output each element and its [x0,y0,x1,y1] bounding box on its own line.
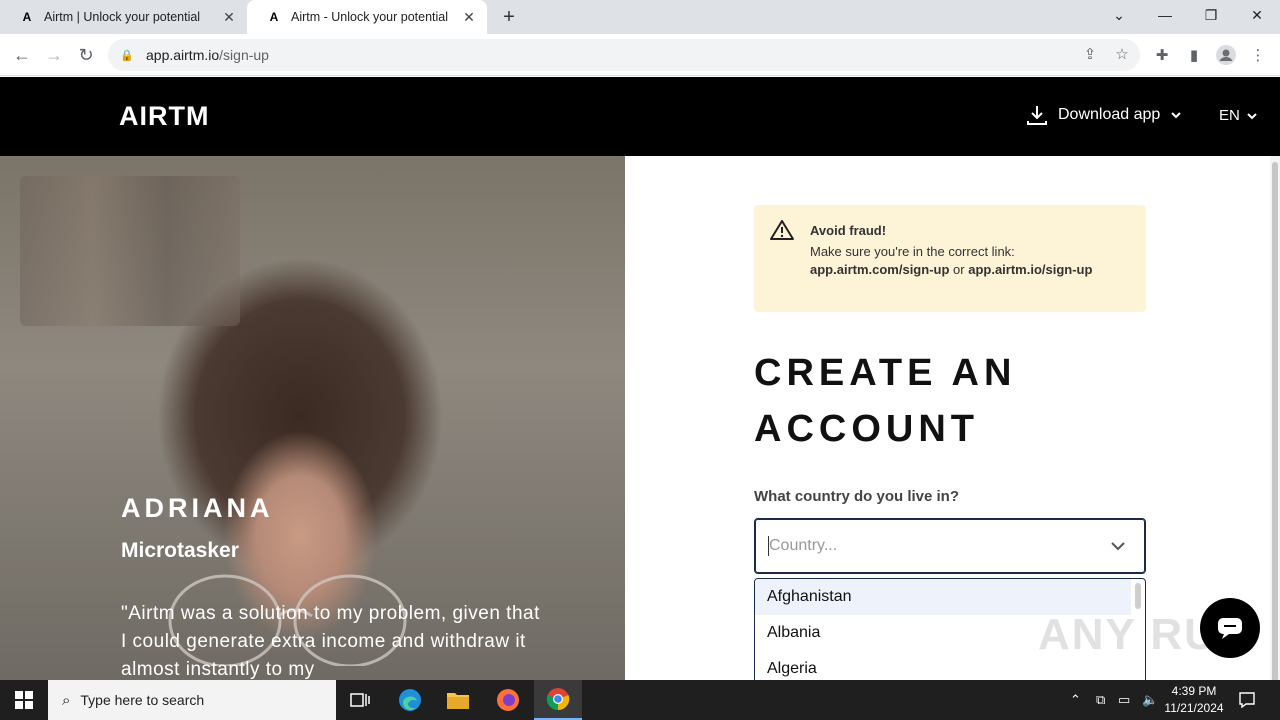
new-tab-button[interactable]: + [498,6,520,28]
restore-button[interactable]: ❐ [1188,0,1234,30]
official-link-com: app.airtm.com/sign-up [810,262,950,277]
back-icon[interactable]: ← [9,42,35,68]
fraud-warning-or: or [953,262,965,277]
page-title-line2: ACCOUNT [754,408,979,450]
airtm-favicon-icon: A [22,10,32,24]
page-scrollbar-thumb[interactable] [1272,162,1278,682]
url-host: app.airtm.io [146,47,220,63]
tab-title: Airtm | Unlock your potential [44,10,201,24]
text-cursor [768,536,769,556]
windows-logo-icon [15,691,33,709]
chrome-icon[interactable] [534,680,582,720]
official-link-io: app.airtm.io/sign-up [968,262,1093,277]
background-books [20,176,240,326]
page-title: CREATE AN ACCOUNT [754,345,1016,457]
search-icon: ⌕ [62,691,71,709]
tab-title: Airtm - Unlock your potential [291,10,449,24]
taskbar-clock[interactable]: 4:39 PM 11/21/2024 [1160,683,1228,717]
ethernet-icon[interactable]: ▭ [1118,680,1130,720]
airtm-favicon-icon: A [269,10,279,24]
show-hidden-icons[interactable]: ⌃ [1070,680,1081,720]
taskbar-search-placeholder: Type here to search [80,692,205,708]
country-question-label: What country do you live in? [754,488,960,505]
warning-icon [770,220,794,240]
url-path: /sign-up [219,47,269,63]
extensions-icon[interactable]: ✚ [1150,43,1174,67]
task-view-icon[interactable] [336,680,384,720]
country-placeholder: Country... [769,537,838,554]
forward-icon[interactable]: → [41,42,67,68]
download-icon [1027,106,1047,125]
language-label: EN [1219,107,1240,124]
browser-tab[interactable]: A Airtm | Unlock your potential ✕ [0,0,247,34]
clock-date: 11/21/2024 [1164,701,1224,715]
volume-icon[interactable]: 🔈 [1142,680,1158,720]
download-app-button[interactable]: Download app [1026,104,1182,126]
share-icon[interactable]: ⇪ [1079,43,1101,65]
testimonial-name: ADRIANA [121,493,274,523]
address-bar[interactable]: 🔒 app.airtm.io/sign-up [108,39,1140,71]
taskbar-search[interactable]: ⌕ Type here to search [48,680,336,720]
firefox-icon[interactable] [484,680,532,720]
file-explorer-icon[interactable] [434,680,482,720]
testimonial-role: Microtasker [121,539,239,562]
page-scrollbar[interactable] [1270,156,1280,682]
profile-avatar-icon[interactable] [1214,43,1238,67]
bookmark-star-icon[interactable]: ☆ [1111,43,1133,65]
lock-icon: 🔒 [120,49,134,62]
close-window-button[interactable]: ✕ [1234,0,1280,30]
site-header: AIRTM Download app EN [0,77,1280,156]
reload-icon[interactable]: ↻ [73,42,99,68]
windows-taskbar: ⌕ Type here to search ⌃ ⧉ ▭ 🔈 4:39 PM 11… [0,680,1280,720]
country-select[interactable]: Country... [754,518,1146,574]
language-selector[interactable]: EN [1219,107,1258,124]
testimonial-hero-image: ADRIANA Microtasker "Airtm was a solutio… [0,156,625,680]
notifications-icon[interactable] [1238,680,1256,720]
side-panel-icon[interactable]: ▮ [1182,43,1206,67]
close-tab-icon[interactable]: ✕ [221,9,237,25]
chat-bubble-icon [1218,618,1242,639]
browser-toolbar: ← → ↻ 🔒 app.airtm.io/sign-up ⇪ ☆ ✚ ▮ ⋮ [0,34,1280,76]
chevron-down-icon[interactable] [1109,537,1127,555]
minimize-button[interactable]: — [1142,0,1188,30]
close-tab-icon[interactable]: ✕ [461,9,477,25]
chevron-down-icon [1171,112,1182,119]
start-button[interactable] [0,680,48,720]
edge-browser-icon[interactable] [386,680,434,720]
clock-time: 4:39 PM [1171,684,1217,698]
fraud-warning-notice: Avoid fraud! Make sure you're in the cor… [754,205,1146,312]
tab-search-icon[interactable]: ⌄ [1096,0,1142,30]
fraud-warning-text: Make sure you're in the correct link: ap… [810,243,1130,279]
testimonial-quote: "Airtm was a solution to my problem, giv… [121,603,540,680]
page-title-line1: CREATE AN [754,352,1017,394]
browser-tab-active[interactable]: A Airtm - Unlock your potential ✕ [247,0,487,34]
dropdown-scrollbar[interactable] [1135,583,1141,609]
fraud-warning-message: Make sure you're in the correct link: [810,244,1015,259]
chevron-down-icon [1247,112,1257,119]
download-app-label: Download app [1058,106,1161,123]
fraud-warning-title: Avoid fraud! [810,223,887,238]
network-status-icon[interactable]: ⧉ [1096,680,1105,720]
browser-tab-bar: A Airtm | Unlock your potential ✕ A Airt… [0,0,1280,34]
more-menu-icon[interactable]: ⋮ [1246,43,1270,67]
chat-support-button[interactable] [1200,598,1260,658]
airtm-logo[interactable]: AIRTM [119,101,209,132]
